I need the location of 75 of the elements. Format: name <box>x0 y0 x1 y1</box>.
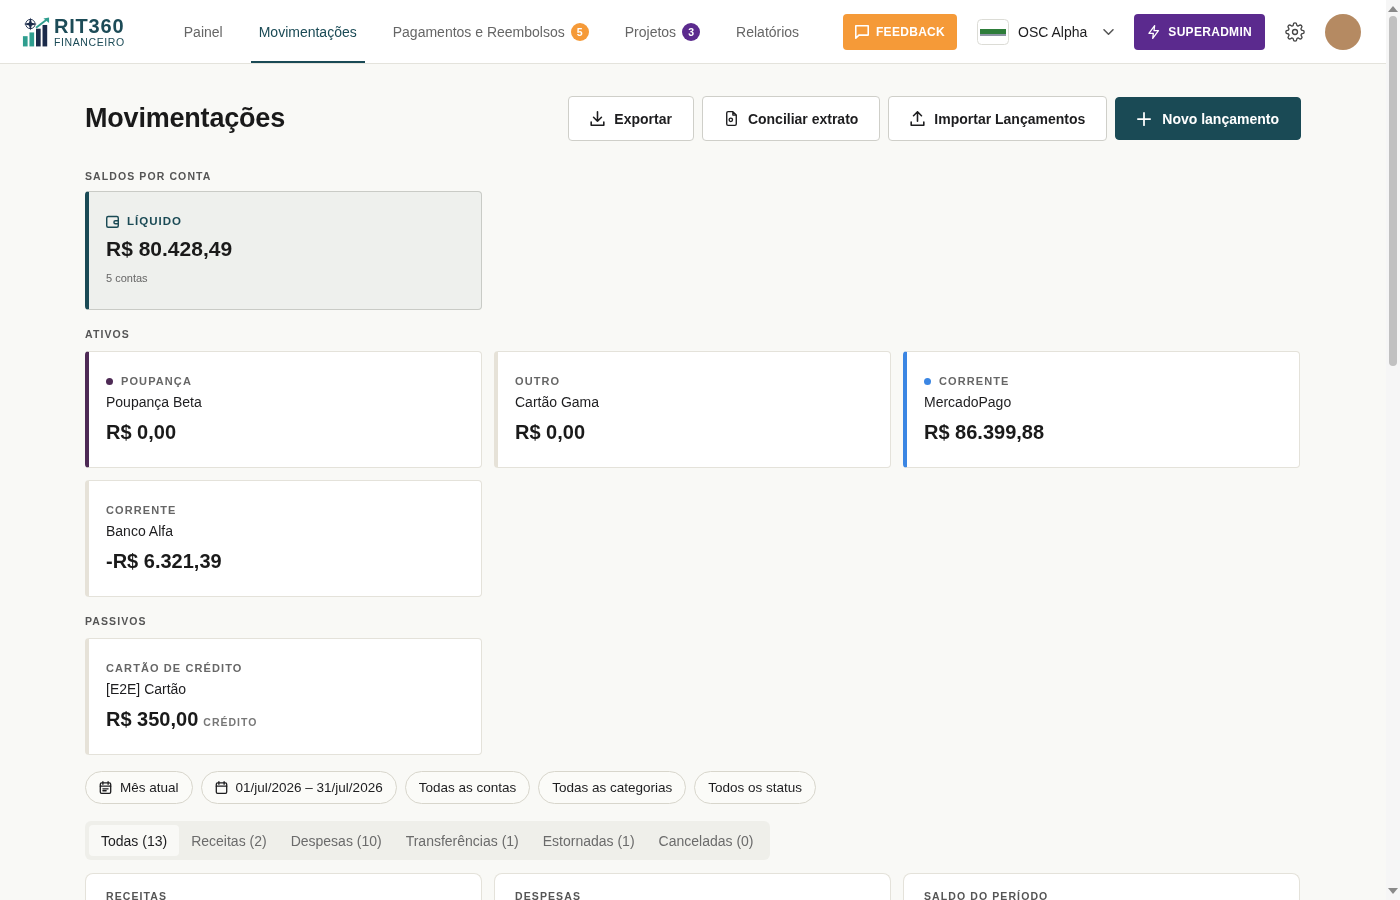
calendar-icon <box>214 781 228 794</box>
filter-tab[interactable]: Estornadas (1) <box>530 825 647 856</box>
page-title: Movimentações <box>85 103 285 134</box>
speech-bubble-icon <box>855 24 869 39</box>
section-heading: PASSIVOS <box>85 614 148 628</box>
organization-name: OSC Alpha <box>1018 23 1088 40</box>
account-balance: -R$ 6.321,39 <box>106 549 222 574</box>
filter-chip[interactable]: 01/jul/2026 – 31/jul/2026 <box>200 771 397 804</box>
filter-tab[interactable]: Receitas (2) <box>179 825 279 856</box>
count-badge: 3 <box>682 22 701 41</box>
nav-link[interactable]: Movimentações <box>250 0 365 63</box>
summary-label: RECEITAS <box>106 890 168 900</box>
brand-name: RIT360 <box>54 15 125 36</box>
action-button[interactable]: Importar Lançamentos <box>888 96 1108 141</box>
calendar-icon <box>99 781 112 794</box>
filter-tab[interactable]: Todas (13) <box>89 825 180 856</box>
account-card[interactable]: CORRENTE Banco Alfa -R$ 6.321,39 <box>85 480 482 597</box>
account-type: CORRENTE <box>106 503 177 517</box>
account-card[interactable]: CARTÃO DE CRÉDITO [E2E] Cartão R$ 350,00 CRÉDITO <box>85 638 482 755</box>
filter-chip[interactable]: Todas as categorias <box>538 771 687 804</box>
filter-chip[interactable]: Mês atual <box>85 771 193 804</box>
nav-link[interactable]: Painel <box>175 0 231 63</box>
account-balance: R$ 86.399,88 <box>924 420 1045 445</box>
filter-tab[interactable]: Despesas (10) <box>278 825 394 856</box>
lightning-icon <box>1147 24 1162 39</box>
action-button[interactable]: Conciliar extrato <box>701 96 881 141</box>
scrollbar-thumb[interactable] <box>1389 16 1397 366</box>
logo-icon <box>22 16 50 47</box>
org-logo-icon <box>977 18 1010 45</box>
filter-tab[interactable]: Transferências (1) <box>393 825 531 856</box>
nav-link[interactable]: Projetos 3 <box>616 0 709 63</box>
organization-selector[interactable]: OSC Alpha <box>977 18 1115 45</box>
account-card[interactable]: POUPANÇA Poupança Beta R$ 0,00 <box>85 351 482 468</box>
account-balance: R$ 0,00 <box>515 420 586 445</box>
settings-icon[interactable] <box>1285 21 1305 42</box>
section-heading: ATIVOS <box>85 327 131 341</box>
user-avatar[interactable] <box>1325 13 1361 50</box>
account-name: Poupança Beta <box>106 393 203 412</box>
summary-label: DESPESAS <box>515 890 581 900</box>
account-card[interactable]: CORRENTE MercadoPago R$ 86.399,88 <box>903 351 1300 468</box>
balance-kind: CRÉDITO <box>203 716 258 728</box>
net-balance-label: LÍQUIDO <box>127 214 182 228</box>
wallet-icon <box>106 214 119 228</box>
upload-icon <box>910 111 926 126</box>
scroll-down-arrow-icon[interactable] <box>1388 888 1398 894</box>
account-balance: R$ 350,00 <box>106 707 199 732</box>
account-name: Banco Alfa <box>106 522 174 541</box>
filter-chip[interactable]: Todos os status <box>694 771 817 804</box>
nav-link[interactable]: Relatórios <box>728 0 808 63</box>
plus-icon <box>1137 111 1152 126</box>
nav-link[interactable]: Pagamentos e Reembolsos 5 <box>384 0 597 63</box>
account-count: 5 contas <box>106 271 149 285</box>
action-button[interactable]: Novo lançamento <box>1115 97 1301 140</box>
account-card[interactable]: OUTRO Cartão Gama R$ 0,00 <box>494 351 891 468</box>
account-name: [E2E] Cartão <box>106 680 188 699</box>
file-search-icon <box>723 111 739 126</box>
download-icon <box>590 111 606 126</box>
account-type: POUPANÇA <box>121 374 192 388</box>
count-badge: 5 <box>570 22 589 41</box>
scroll-up-arrow-icon[interactable] <box>1388 6 1398 12</box>
section-heading: SALDOS POR CONTA <box>85 169 213 183</box>
summary-label: SALDO DO PERÍODO <box>924 890 1049 900</box>
chevron-down-icon <box>1103 28 1115 35</box>
account-type: CORRENTE <box>939 374 1010 388</box>
account-name: Cartão Gama <box>515 393 601 412</box>
filter-chip[interactable]: Todas as contas <box>404 771 531 804</box>
net-balance-amount: R$ 80.428,49 <box>106 236 234 262</box>
brand-subtitle: FINANCEIRO <box>54 36 125 48</box>
account-name: MercadoPago <box>924 393 1013 412</box>
filter-tab[interactable]: Canceladas (0) <box>646 825 766 856</box>
superadmin-button[interactable]: SUPERADMIN <box>1134 13 1265 50</box>
account-balance: R$ 0,00 <box>106 420 177 445</box>
account-type: CARTÃO DE CRÉDITO <box>106 661 243 675</box>
action-button[interactable]: Exportar <box>568 96 694 141</box>
account-type: OUTRO <box>515 374 561 388</box>
